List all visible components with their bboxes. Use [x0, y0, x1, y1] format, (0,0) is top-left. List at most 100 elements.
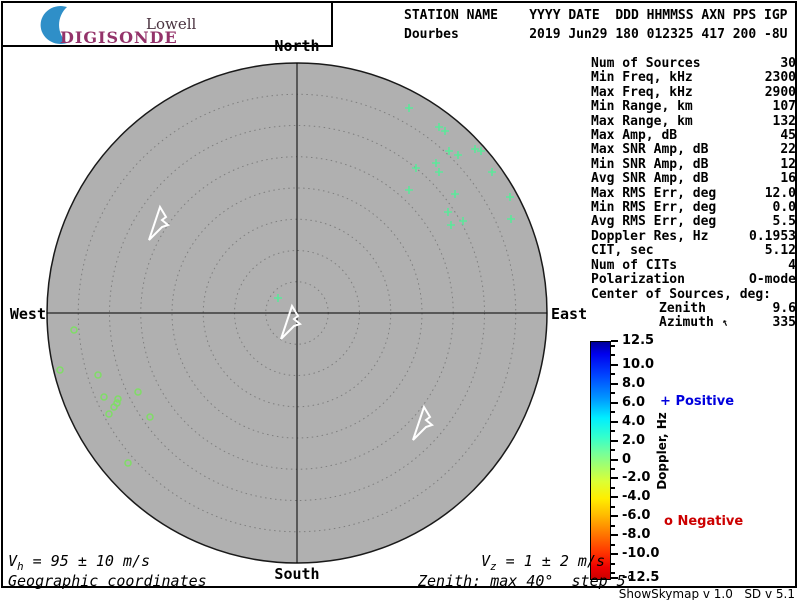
legend-negative-label: Negative — [677, 514, 744, 529]
colorbar-tick — [611, 458, 618, 461]
stat-label: Azimuth ↑ — [659, 315, 731, 331]
zenith-range-text: Zenith: max 40° step 5° — [418, 572, 635, 590]
colorbar-tick-label: -6.0 — [622, 508, 651, 524]
colorbar-tick-label: 10.0 — [622, 356, 655, 372]
stat-row: CIT, sec 5.12 — [591, 243, 796, 259]
legend-positive: + Positive — [660, 394, 734, 409]
colorbar-tick — [611, 363, 618, 366]
colorbar-tick — [611, 477, 618, 480]
circle-marker-icon: o — [664, 514, 673, 529]
vh-value: = 95 ± 10 m/s — [23, 552, 151, 570]
colorbar-tick — [611, 344, 615, 347]
stat-value: 4 — [788, 257, 796, 273]
stat-row: Num of Sources 30 — [591, 56, 796, 71]
stat-label: Max RMS Err, deg — [591, 185, 717, 201]
stat-row: Min Freq, kHz 2300 — [591, 70, 796, 86]
stat-label: Max Freq, kHz — [591, 84, 693, 100]
software-version-text: ShowSkymap v 1.0 SD v 5.1 — [618, 587, 795, 600]
colorbar-tick — [611, 534, 618, 537]
colorbar-tick — [611, 486, 615, 489]
colorbar-tick-label: 0 — [622, 451, 632, 467]
stat-row: Max SNR Amp, dB 22 — [591, 142, 796, 158]
doppler-colorbar — [590, 341, 611, 580]
colorbar-tick — [611, 392, 615, 395]
stat-row: Min Range, km 107 — [591, 99, 796, 114]
colorbar-tick — [611, 524, 615, 527]
colorbar-tick — [611, 340, 618, 342]
stat-value: 335 — [772, 315, 796, 331]
stat-label: Min Freq, kHz — [591, 70, 693, 86]
colorbar-tick-label: 8.0 — [622, 375, 646, 391]
stat-value: 0.1953 — [749, 228, 796, 244]
colorbar-tick-label: 6.0 — [622, 394, 646, 410]
stat-row: Doppler Res, Hz 0.1953 — [591, 228, 796, 244]
legend-positive-label: Positive — [675, 394, 735, 409]
vz-value: = 1 ± 2 m/s — [496, 552, 606, 570]
colorbar-tick — [611, 515, 618, 518]
colorbar-tick — [611, 411, 615, 414]
stat-label: CIT, sec — [591, 243, 654, 259]
stat-value: 2300 — [764, 70, 796, 86]
colorbar-tick — [611, 373, 615, 376]
stat-label: Polarization — [591, 272, 685, 288]
colorbar-tick — [611, 430, 615, 433]
stat-value: 12.0 — [764, 185, 796, 201]
stat-row: Max Freq, kHz 2900 — [591, 84, 796, 100]
colorbar-tick — [611, 439, 618, 442]
vz-var: V — [481, 552, 491, 570]
stat-row: Min RMS Err, deg 0.0 — [591, 200, 796, 216]
stat-value: 22 — [780, 142, 796, 158]
compass-west-label: West — [9, 305, 46, 323]
colorbar-axis-label: Doppler, Hz — [655, 412, 669, 490]
stat-value: O-mode — [749, 272, 796, 288]
stat-row: Num of CITs 4 — [591, 257, 796, 273]
colorbar-tick — [611, 467, 615, 470]
stat-label: Max Range, km — [591, 113, 693, 129]
stat-value: 5.5 — [772, 214, 796, 230]
header-row-values: Dourbes 2019 Jun29 180 012325 417 200 -8… — [404, 27, 788, 42]
stat-row: Max Amp, dB 45 — [591, 128, 796, 144]
compass-north-label: North — [274, 37, 320, 55]
colorbar-tick — [611, 543, 615, 546]
colorbar-tick — [611, 496, 618, 499]
colorbar-tick-label: -10.0 — [622, 546, 660, 562]
colorbar-tick — [611, 401, 618, 404]
stat-label: Center of Sources, deg: — [591, 286, 772, 302]
stat-label: Doppler Res, Hz — [591, 228, 709, 244]
plus-marker-icon: + — [660, 394, 671, 409]
stat-row: Avg SNR Amp, dB 16 — [591, 171, 796, 186]
stat-label: Zenith — [659, 300, 706, 316]
stat-row: Polarization O-mode — [591, 272, 796, 288]
coordinate-system-text: Geographic coordinates — [8, 572, 207, 590]
stat-row: Max Range, km 132 — [591, 113, 796, 129]
legend-negative: o Negative — [664, 514, 743, 529]
colorbar-tick — [611, 562, 615, 565]
horizontal-velocity-text: Vh = 95 ± 10 m/s — [8, 552, 150, 573]
compass-south-label: South — [274, 565, 320, 583]
stat-value: 0.0 — [772, 200, 796, 216]
colorbar-tick — [611, 553, 618, 556]
stat-label: Min SNR Amp, dB — [591, 156, 709, 172]
stat-value: 12 — [780, 156, 796, 172]
stat-row: Zenith 9.6 — [591, 300, 796, 316]
stat-value: 2900 — [764, 84, 796, 100]
azimuth-direction-icon: ↑ — [718, 315, 731, 331]
stat-value: 9.6 — [772, 300, 796, 316]
vh-var: V — [8, 552, 18, 570]
stats-panel: Num of Sources 30 Min Freq, kHz 2300 Max Fre… — [591, 56, 796, 331]
stat-value: 5.12 — [764, 243, 796, 259]
colorbar-tick-label: -2.0 — [622, 470, 651, 486]
stat-label: Max Amp, dB — [591, 128, 678, 144]
stat-label: Avg RMS Err, deg — [591, 214, 717, 230]
stat-label: Num of Sources — [591, 56, 701, 71]
colorbar-tick — [611, 449, 615, 452]
colorbar-tick — [611, 420, 618, 423]
stat-label: Max SNR Amp, dB — [591, 142, 709, 158]
colorbar-tick-label: 12.5 — [622, 333, 655, 348]
stat-row: Azimuth ↑ 335 — [591, 315, 796, 331]
stat-row: Max RMS Err, deg 12.0 — [591, 185, 796, 201]
stat-row: Min SNR Amp, dB 12 — [591, 156, 796, 172]
skymap-screen: Lowell DIGISONDE STATION NAME YYYY DATE … — [0, 0, 800, 600]
logo-digisonde-text: DIGISONDE — [60, 28, 178, 47]
vertical-velocity-text: Vz = 1 ± 2 m/s — [481, 552, 605, 573]
